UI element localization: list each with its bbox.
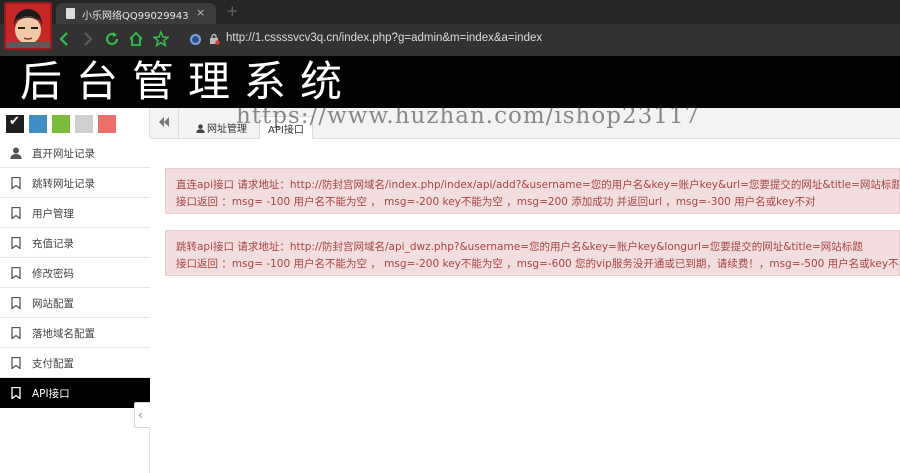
sidebar-item-label: 网站配置 [32,298,74,310]
sidebar-item-label: 支付配置 [32,358,74,370]
tab-label: 网址管理 [207,124,247,135]
bookmark-icon [10,326,22,340]
sidebar-item-label: 用户管理 [32,208,74,220]
close-icon[interactable]: × [196,6,205,19]
star-icon[interactable] [152,29,170,52]
theme-swatch-blue[interactable] [29,115,47,133]
tab-title: 小乐网络QQ99029943 [82,11,189,22]
user-icon [196,124,205,133]
page-title: 后台管理系统 [20,57,357,106]
header-banner: 后台管理系统 [0,56,900,108]
sidebar-item-payment-config[interactable]: 支付配置 [0,348,150,378]
sidebar-item-landing-domain-config[interactable]: 落地域名配置 [0,318,150,348]
browser-toolbar: http://1.cssssvcv3q.cn/index.php?g=admin… [0,24,900,56]
sidebar-item-label: 充值记录 [32,238,74,250]
sidebar-item-label: 直开网址记录 [32,148,95,160]
new-tab-button[interactable]: + [226,2,239,20]
theme-swatch-dark[interactable]: ✔ [6,114,24,133]
divider [178,108,179,139]
user-icon [10,147,22,159]
alert-text: 接口返回 ：msg= -100 用户名不能为空 ， msg=-200 key不能… [176,258,900,270]
sidebar-item-user-management[interactable]: 用户管理 [0,198,150,228]
avatar[interactable] [4,2,52,50]
theme-swatch-red[interactable] [98,115,116,133]
tab-api[interactable]: API接口 [259,116,313,139]
content-tabbar: 网址管理 API接口 [150,108,900,139]
sidebar-item-redirect-url-records[interactable]: 跳转网址记录 [0,168,150,198]
bookmark-icon [10,386,22,400]
alert-redirect-api: 跳转api接口 请求地址：http://防封宫网域名/api_dwz.php?&… [165,230,900,276]
sidebar-item-site-config[interactable]: 网站配置 [0,288,150,318]
bookmark-icon [10,296,22,310]
sidebar-item-label: API接口 [32,388,70,400]
bookmark-icon [10,356,22,370]
reload-icon[interactable] [104,30,120,52]
bookmark-icon [10,236,22,250]
browser-titlebar: 小乐网络QQ99029943 × + [0,0,900,24]
chevron-left-icon: ‹ [138,408,143,422]
theme-swatch-gray[interactable] [75,115,93,133]
sidebar-item-recharge-records[interactable]: 充值记录 [0,228,150,258]
alert-text: 跳转api接口 请求地址：http://防封宫网域名/api_dwz.php?&… [176,241,863,253]
bookmark-icon [10,176,22,190]
page-icon [66,8,75,19]
sidebar-collapse-button[interactable]: ‹ [134,402,150,428]
chevron-right-icon[interactable] [82,30,94,52]
lock-icon[interactable] [208,33,220,45]
double-chevron-left-icon[interactable] [158,115,170,133]
home-icon[interactable] [128,30,144,52]
bookmark-icon [10,206,22,220]
address-bar[interactable]: http://1.cssssvcv3q.cn/index.php?g=admin… [226,32,542,44]
tab-url-management[interactable]: 网址管理 [188,116,255,139]
chevron-left-icon[interactable] [58,30,70,52]
site-info-icon[interactable] [190,34,201,45]
sidebar-item-label: 修改密码 [32,268,74,280]
alert-text: 接口返回 ：msg= -100 用户名不能为空 ， msg=-200 key不能… [176,196,816,208]
sidebar-item-change-password[interactable]: 修改密码 [0,258,150,288]
sidebar: ✔ 直开网址记录 跳转网址记录 用户管理 充值记录 修改密码 网站配置 落地域名… [0,108,150,473]
theme-swatch-green[interactable] [52,115,70,133]
sidebar-item-label: 跳转网址记录 [32,178,95,190]
alert-text: 直连api接口 请求地址：http://防封宫网域名/index.php/ind… [176,179,900,191]
tab-label: API接口 [268,125,304,136]
alert-direct-api: 直连api接口 请求地址：http://防封宫网域名/index.php/ind… [165,168,900,214]
browser-tab[interactable]: 小乐网络QQ99029943 × [56,3,216,24]
check-icon: ✔ [9,114,20,129]
sidebar-item-direct-url-records[interactable]: 直开网址记录 [0,138,150,168]
bookmark-icon [10,266,22,280]
sidebar-item-api[interactable]: API接口 [0,378,150,408]
sidebar-item-label: 落地域名配置 [32,328,95,340]
